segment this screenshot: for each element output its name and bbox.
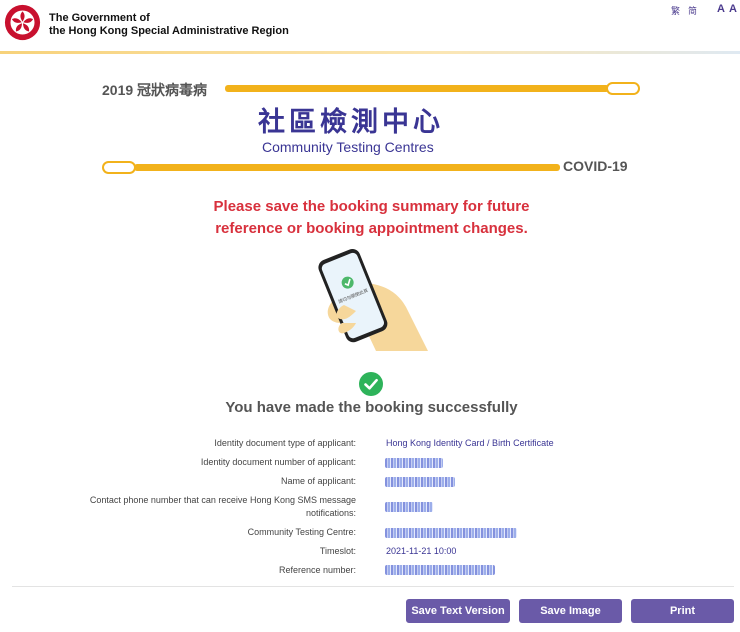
save-text-version-button[interactable]: Save Text Version bbox=[406, 599, 510, 623]
hand-holding-phone-illustration: 請切勿關閉此頁 bbox=[318, 248, 428, 351]
swab-top-stick bbox=[225, 85, 609, 92]
contact-phone-label-line2: notifications: bbox=[305, 508, 356, 518]
government-title[interactable]: The Government of the Hong Kong Special … bbox=[49, 12, 289, 38]
applicant-name-label: Name of applicant: bbox=[280, 476, 356, 486]
id-type-label: Identity document type of applicant: bbox=[214, 438, 356, 448]
banner-title-chinese: 社區檢測中心 bbox=[258, 107, 444, 137]
check-circle-icon bbox=[359, 372, 383, 396]
banner-top-text: 2019 冠狀病毒病 bbox=[102, 82, 208, 98]
swab-top-tip bbox=[606, 82, 640, 95]
print-button[interactable]: Print bbox=[631, 599, 734, 623]
language-simplified-link[interactable]: 简 bbox=[688, 4, 697, 17]
testing-centre-redacted bbox=[385, 528, 517, 538]
site-header: The Government of the Hong Kong Special … bbox=[0, 0, 740, 54]
footer-divider bbox=[12, 586, 734, 587]
government-title-line1: The Government of bbox=[49, 12, 150, 24]
timeslot-label: Timeslot: bbox=[319, 546, 356, 556]
warning-line2: reference or booking appointment changes… bbox=[215, 220, 528, 237]
contact-phone-redacted bbox=[385, 502, 433, 512]
language-traditional-link[interactable]: 繁 bbox=[671, 4, 680, 17]
contact-phone-label: Contact phone number that can receive Ho… bbox=[90, 494, 356, 520]
font-size-large-button[interactable]: A bbox=[729, 3, 737, 15]
reference-number-redacted bbox=[385, 565, 495, 575]
timeslot-value: 2021-11-21 10:00 bbox=[386, 546, 457, 556]
id-type-value: Hong Kong Identity Card / Birth Certific… bbox=[386, 438, 554, 448]
id-number-label: Identity document number of applicant: bbox=[200, 457, 356, 467]
contact-phone-label-line1: Contact phone number that can receive Ho… bbox=[89, 495, 356, 505]
swab-bottom-stick bbox=[134, 164, 560, 171]
id-number-redacted bbox=[385, 458, 443, 468]
government-title-line2: the Hong Kong Special Administrative Reg… bbox=[49, 25, 289, 37]
save-summary-warning: Please save the booking summary for futu… bbox=[0, 196, 740, 240]
font-size-small-button[interactable]: A bbox=[717, 3, 725, 15]
warning-line1: Please save the booking summary for futu… bbox=[213, 198, 530, 215]
swab-bottom-tip bbox=[102, 161, 136, 174]
testing-centre-label: Community Testing Centre: bbox=[247, 527, 356, 537]
reference-number-label: Reference number: bbox=[278, 565, 356, 575]
booking-success-message: You have made the booking successfully bbox=[225, 399, 518, 416]
banner-title-english: Community Testing Centres bbox=[262, 139, 434, 155]
save-image-button[interactable]: Save Image bbox=[519, 599, 622, 623]
hksar-emblem-icon[interactable] bbox=[4, 4, 41, 41]
banner-bottom-text: COVID-19 bbox=[563, 158, 628, 174]
header-divider bbox=[0, 51, 740, 54]
applicant-name-redacted bbox=[385, 477, 455, 487]
